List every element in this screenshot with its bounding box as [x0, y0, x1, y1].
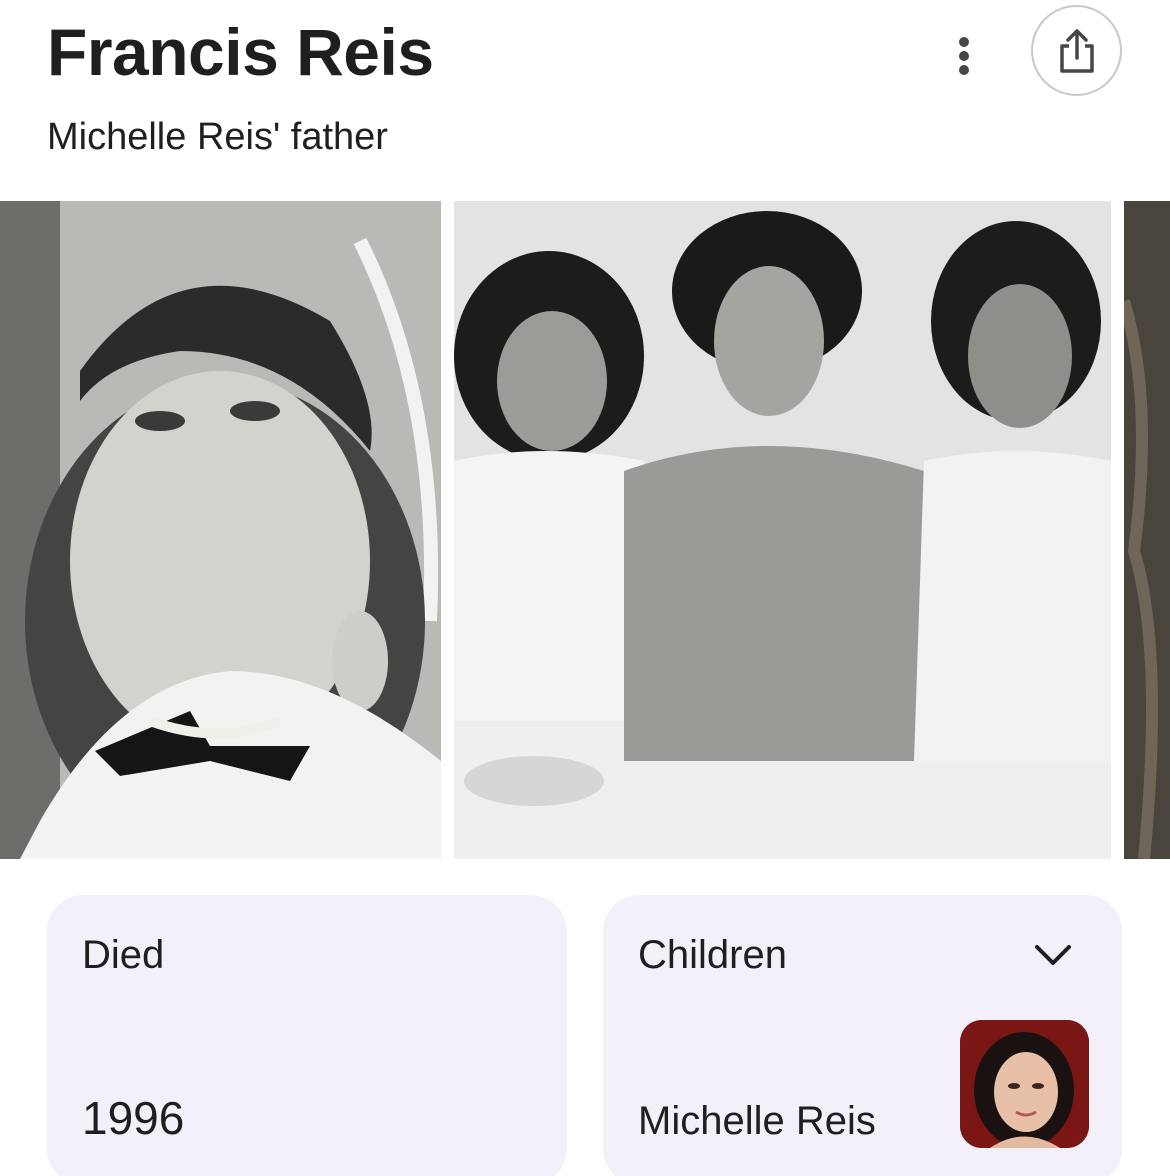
share-button[interactable] — [1031, 5, 1122, 96]
children-label: Children — [638, 933, 787, 977]
more-vert-icon — [959, 37, 969, 75]
chevron-down-icon[interactable] — [1031, 939, 1075, 969]
image-carousel[interactable] — [0, 201, 1170, 859]
fact-card-children[interactable]: Children Michelle Reis — [603, 895, 1122, 1176]
died-value: 1996 — [82, 1092, 185, 1144]
more-options-button[interactable] — [938, 30, 990, 82]
share-icon — [1059, 28, 1094, 73]
child-thumbnail-avatar[interactable] — [960, 1020, 1089, 1148]
photo-partial[interactable] — [1124, 201, 1170, 859]
page-title: Francis Reis — [47, 15, 434, 89]
photo-francis-reis[interactable] — [0, 201, 441, 859]
photo-family-group[interactable] — [454, 201, 1111, 859]
died-label: Died — [82, 933, 165, 977]
fact-card-died: Died 1996 — [47, 895, 567, 1176]
children-value[interactable]: Michelle Reis — [638, 1099, 876, 1144]
page-subtitle: Michelle Reis' father — [47, 116, 388, 158]
